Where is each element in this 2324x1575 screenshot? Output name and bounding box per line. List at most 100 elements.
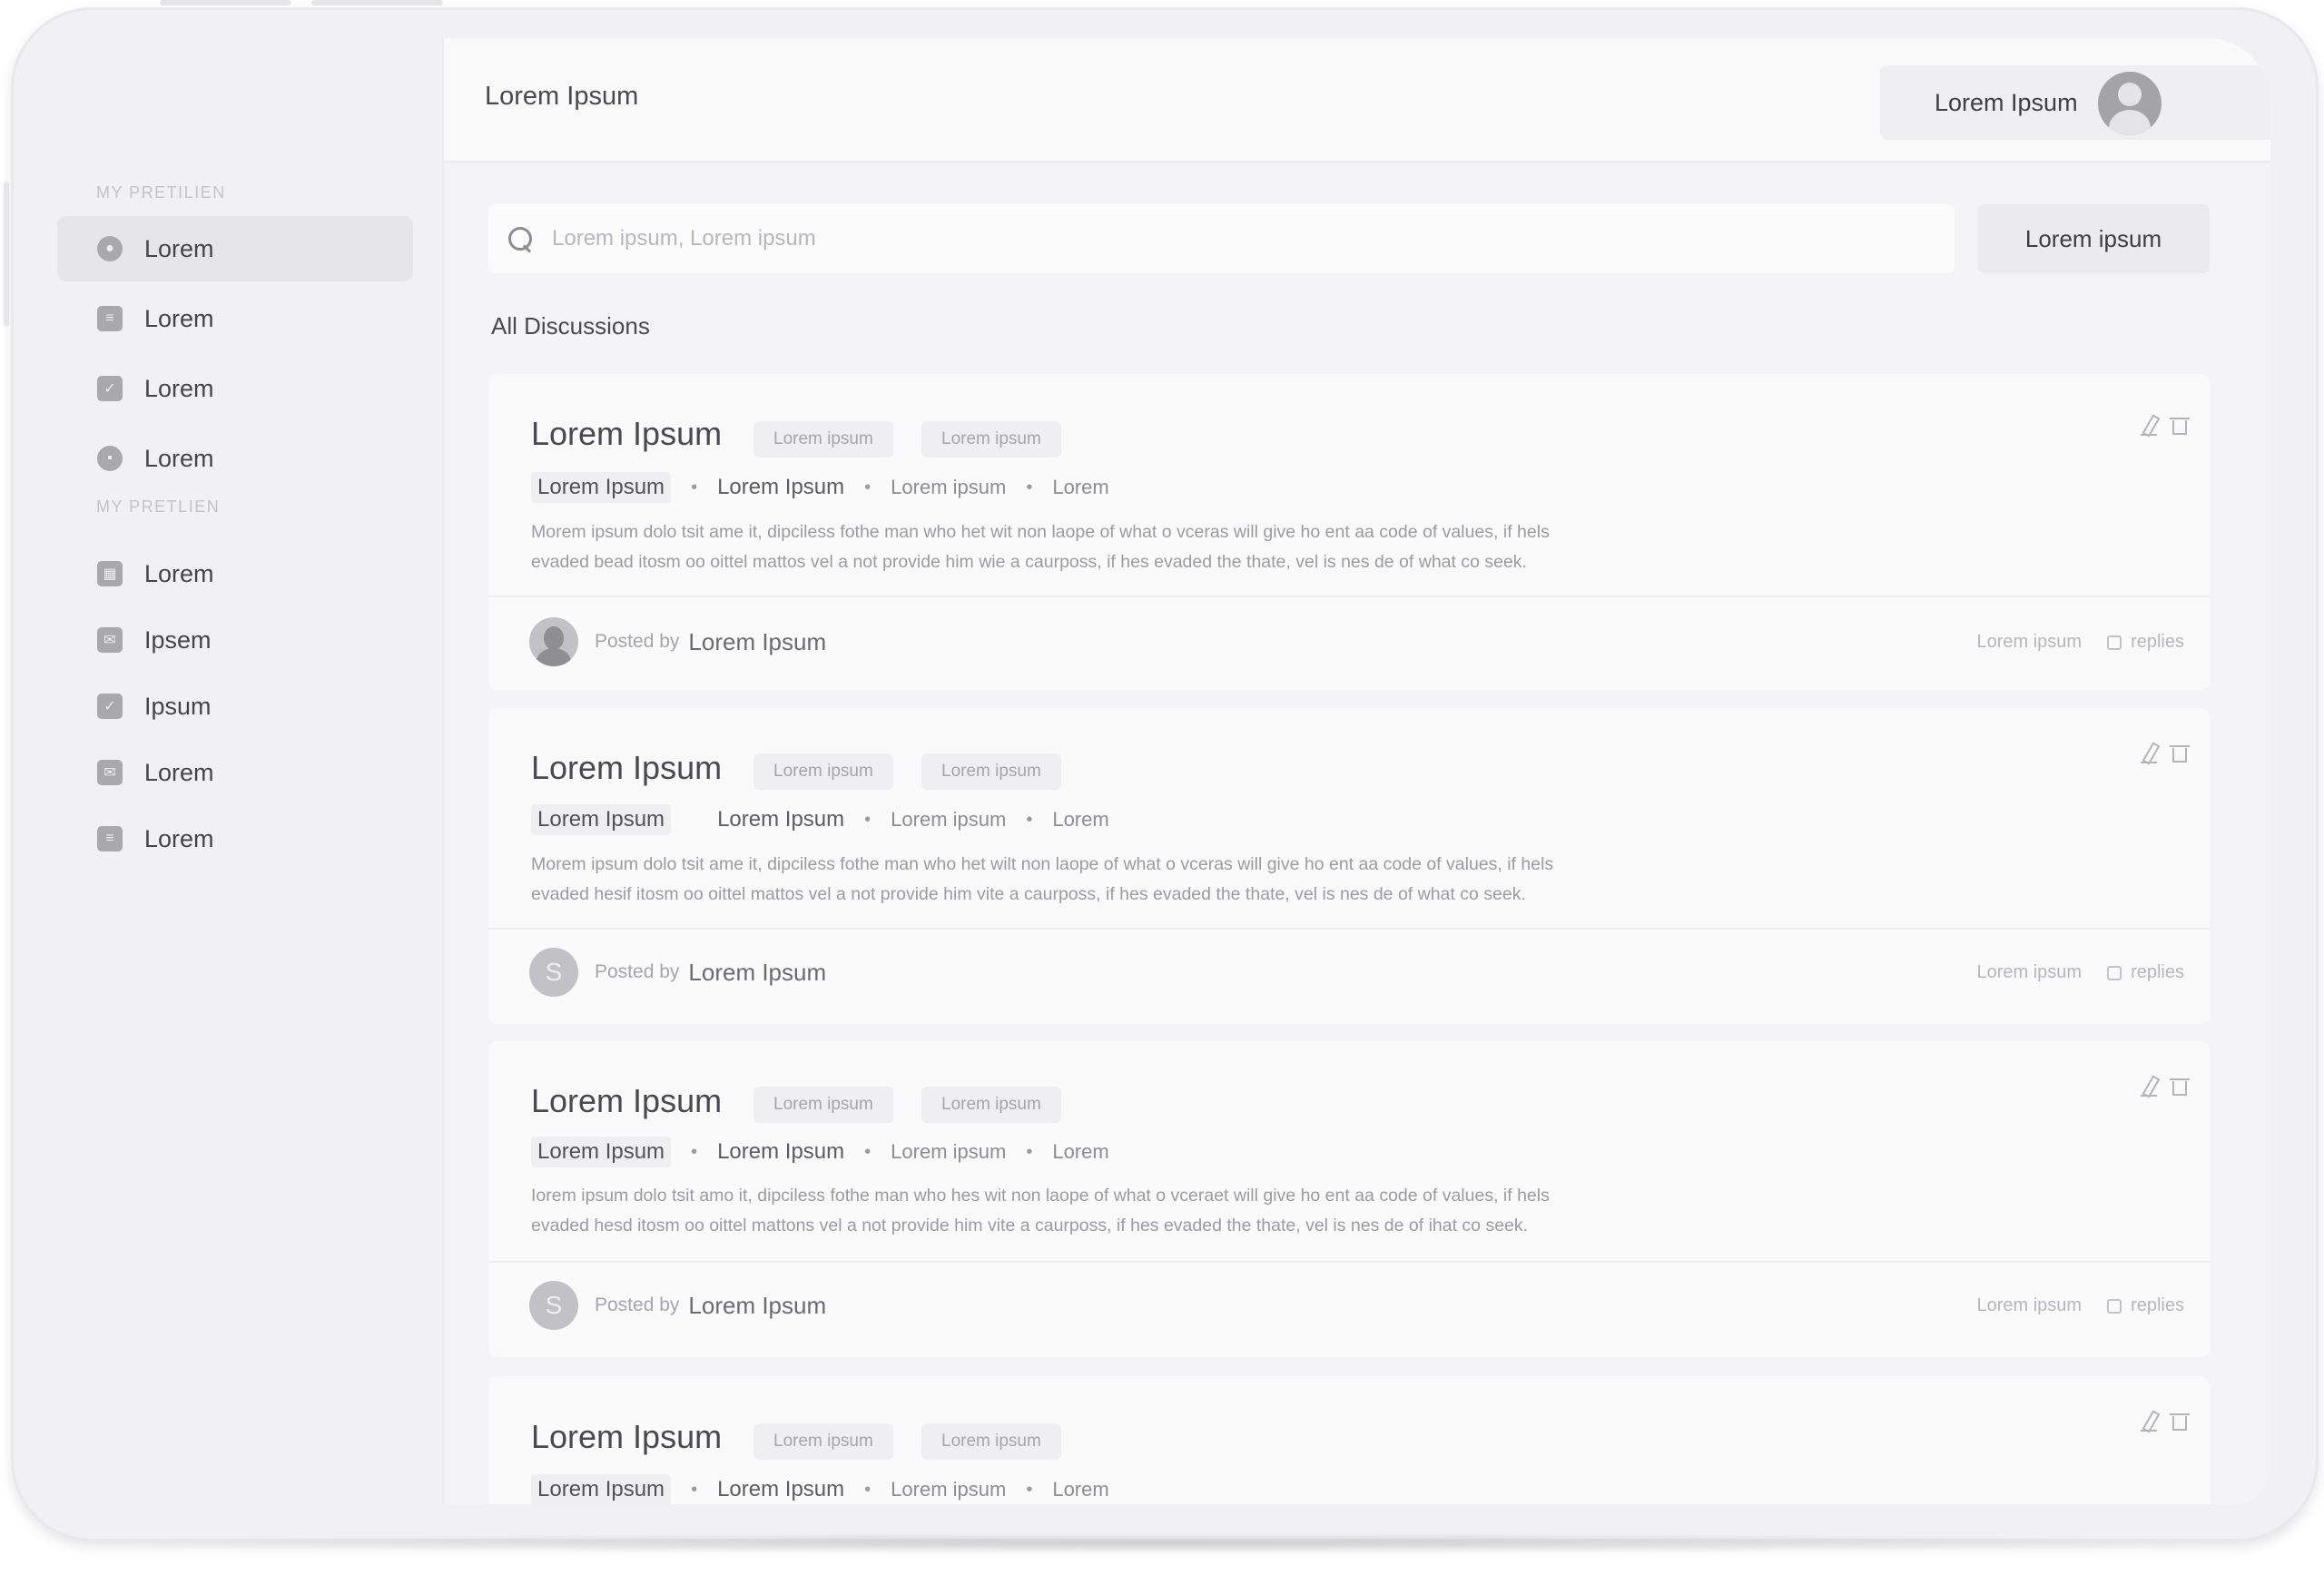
sidebar-top-spacer	[44, 38, 442, 174]
sidebar-item-4[interactable]: ▪ Lorem	[57, 426, 413, 491]
avatar[interactable]	[2098, 72, 2162, 135]
section-label: All Discussions	[491, 312, 650, 340]
reply-checkbox-icon[interactable]	[2107, 1298, 2122, 1314]
sidebar-item-2[interactable]: ≡ Lorem	[57, 286, 413, 351]
meta-separator: •	[864, 1141, 872, 1162]
meta-separator: •	[864, 809, 872, 830]
card-title[interactable]: Lorem Ipsum	[531, 1418, 722, 1456]
edit-icon[interactable]	[2139, 743, 2159, 764]
author-name[interactable]: Lorem Ipsum	[688, 959, 826, 987]
trash-icon[interactable]	[2170, 743, 2190, 764]
tag[interactable]: Lorem ipsum	[753, 1423, 893, 1460]
search-icon	[507, 225, 534, 252]
replies-label: replies	[2131, 962, 2184, 982]
meta-item: Lorem	[1052, 808, 1109, 831]
discussion-card[interactable]: Lorem Ipsum Lorem ipsum Lorem ipsum Lore…	[488, 1376, 2210, 1504]
avatar: S	[529, 1281, 578, 1330]
user-name: Lorem Ipsum	[1935, 88, 2078, 116]
search-input[interactable]	[552, 226, 1914, 251]
card-stats: Lorem ipsum replies	[1976, 962, 2184, 983]
discussion-card[interactable]: Lorem Ipsum Lorem ipsum Lorem ipsum Lore…	[488, 374, 2210, 690]
sidebar-item-3[interactable]: ✓ Lorem	[57, 356, 413, 421]
card-description: Morem ipsum dolo tsit ame it, dipciless …	[531, 517, 1711, 577]
main-area: Lorem Ipsum Lorem Ipsum Lorem ipsum All …	[444, 38, 2270, 1504]
document-icon: ≡	[97, 306, 123, 331]
search-row: Lorem ipsum	[488, 204, 2210, 273]
header: Lorem Ipsum Lorem Ipsum	[444, 38, 2270, 162]
card-description: Iorem ipsum dolo tsit amo it, dipciless …	[531, 1181, 1711, 1241]
meta-item: Lorem ipsum	[891, 1478, 1007, 1501]
meta-row: Lorem Ipsum • Lorem Ipsum • Lorem ipsum …	[531, 472, 1109, 503]
meta-item: Lorem ipsum	[891, 808, 1007, 831]
reply-checkbox-icon[interactable]	[2107, 965, 2122, 980]
edit-icon[interactable]	[2139, 1411, 2159, 1432]
meta-item: Lorem Ipsum	[717, 807, 845, 832]
description-line: Morem ipsum dolo tsit ame it, dipciless …	[531, 854, 1554, 874]
trash-icon[interactable]	[2170, 1411, 2190, 1432]
card-description: Morem ipsum dolo tsit ame it, dipciless …	[531, 850, 1711, 910]
sidebar-item-5[interactable]: ▦ Lorem	[57, 543, 413, 605]
meta-item: Lorem Ipsum	[717, 475, 845, 499]
document-icon: ≡	[97, 826, 123, 851]
device-top-button	[160, 0, 291, 5]
mail-icon: ✉	[97, 760, 123, 785]
meta-item: Lorem ipsum	[891, 1140, 1007, 1163]
meta-row: Lorem Ipsum • Lorem Ipsum • Lorem ipsum …	[531, 1474, 1109, 1504]
tag[interactable]: Lorem ipsum	[921, 753, 1061, 790]
card-title[interactable]: Lorem Ipsum	[531, 1082, 722, 1120]
meta-row: Lorem Ipsum • Lorem Ipsum • Lorem ipsum …	[531, 1137, 1109, 1167]
meta-category[interactable]: Lorem Ipsum	[531, 472, 672, 503]
card-stats: Lorem ipsum replies	[1976, 632, 2184, 653]
card-title[interactable]: Lorem Ipsum	[531, 415, 722, 453]
posted-by-label: Posted by	[595, 631, 680, 652]
trash-icon[interactable]	[2170, 415, 2190, 437]
search-button[interactable]: Lorem ipsum	[1977, 204, 2210, 273]
tag[interactable]: Lorem ipsum	[753, 1087, 893, 1123]
discussion-card[interactable]: Lorem Ipsum Lorem ipsum Lorem ipsum Lore…	[488, 1041, 2210, 1357]
tag[interactable]: Lorem ipsum	[921, 1423, 1061, 1460]
sidebar-item-label: Lorem	[144, 444, 214, 472]
card-actions	[2139, 743, 2190, 764]
user-menu[interactable]: Lorem Ipsum	[1880, 65, 2270, 140]
edit-icon[interactable]	[2139, 1076, 2159, 1098]
meta-separator: •	[691, 1479, 698, 1500]
meta-separator: •	[691, 810, 697, 831]
sidebar-item-7[interactable]: ✓ Ipsum	[57, 675, 413, 737]
sidebar-item-label: Lorem	[144, 374, 214, 402]
description-line: Iorem ipsum dolo tsit amo it, dipciless …	[531, 1186, 1550, 1206]
tag[interactable]: Lorem ipsum	[921, 1087, 1061, 1123]
tag[interactable]: Lorem ipsum	[753, 421, 893, 458]
reply-checkbox-icon[interactable]	[2107, 635, 2122, 650]
meta-separator: •	[864, 1479, 872, 1500]
description-line: evaded hesif itosm oo oittel mattos vel …	[531, 884, 1526, 904]
sidebar-item-8[interactable]: ✉ Lorem	[57, 742, 413, 803]
meta-category[interactable]: Lorem Ipsum	[531, 804, 672, 835]
description-line: Morem ipsum dolo tsit ame it, dipciless …	[531, 522, 1550, 542]
card-footer: S Posted by Lorem Ipsum	[529, 948, 826, 997]
author-name[interactable]: Lorem Ipsum	[688, 1292, 826, 1320]
screen: MY PRETILIEN ● Lorem ≡ Lorem ✓ Lorem ▪ L…	[44, 38, 2270, 1504]
tag[interactable]: Lorem ipsum	[921, 421, 1061, 458]
meta-category[interactable]: Lorem Ipsum	[531, 1137, 672, 1167]
author-name[interactable]: Lorem Ipsum	[688, 628, 826, 656]
sidebar-item-6[interactable]: ✉ Ipsem	[57, 609, 413, 671]
discussion-card[interactable]: Lorem Ipsum Lorem ipsum Lorem ipsum Lore…	[488, 708, 2210, 1024]
edit-icon[interactable]	[2139, 415, 2159, 437]
sidebar-item-label: Lorem	[144, 824, 214, 852]
meta-separator: •	[1026, 1141, 1033, 1162]
description-line: evaded bead itosm oo oittel mattos vel a…	[531, 552, 1527, 572]
sidebar-heading-1: MY PRETILIEN	[96, 183, 226, 202]
meta-category[interactable]: Lorem Ipsum	[531, 1474, 672, 1504]
sidebar-item-1[interactable]: ● Lorem	[57, 216, 413, 281]
meta-item: Lorem	[1052, 1478, 1109, 1501]
search-box[interactable]	[488, 204, 1955, 273]
stat-label: Lorem ipsum	[1976, 632, 2083, 652]
meta-item: Lorem	[1052, 476, 1109, 498]
tag[interactable]: Lorem ipsum	[753, 753, 893, 790]
sidebar-item-9[interactable]: ≡ Lorem	[57, 808, 413, 870]
trash-icon[interactable]	[2170, 1076, 2190, 1098]
card-title[interactable]: Lorem Ipsum	[531, 749, 722, 787]
device-shadow	[54, 1532, 2279, 1554]
device-side-button	[4, 182, 9, 327]
meta-item: Lorem Ipsum	[717, 1477, 845, 1501]
